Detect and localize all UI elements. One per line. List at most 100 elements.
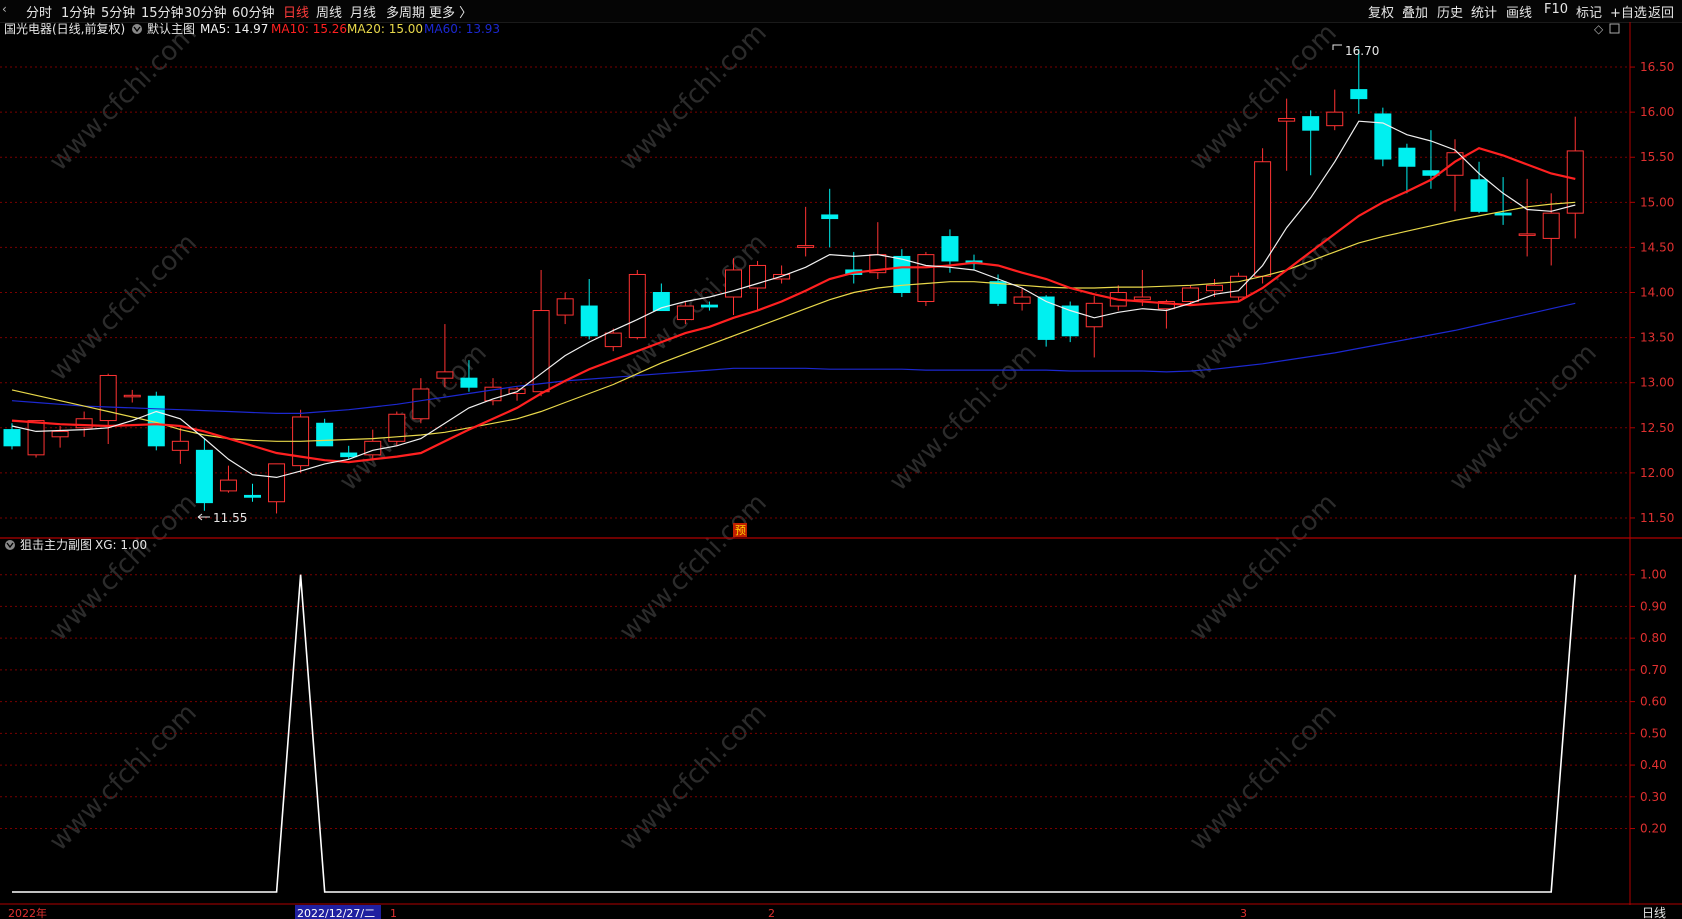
candle-up[interactable]	[27, 420, 45, 456]
tab-1[interactable]: 分时	[26, 2, 52, 21]
tab-3[interactable]: 5分钟	[101, 2, 135, 21]
watermark-text: www.cfchi.com	[1184, 488, 1343, 647]
toolbar-button-3[interactable]: 历史	[1437, 2, 1463, 21]
price-tick-label: 16.00	[1640, 105, 1674, 119]
toolbar-button-7[interactable]: 标记	[1576, 2, 1602, 21]
candle-down[interactable]	[316, 422, 334, 447]
candle-up[interactable]	[1542, 212, 1560, 239]
candle-down[interactable]	[1374, 113, 1392, 160]
candle-up[interactable]	[628, 273, 646, 339]
sub-collapse-icon[interactable]	[5, 540, 15, 550]
candle-up[interactable]	[268, 463, 286, 503]
tab-6[interactable]: 60分钟	[232, 2, 275, 21]
price-tick-label: 12.50	[1640, 421, 1674, 435]
candle-up[interactable]	[123, 394, 141, 398]
candle-up[interactable]	[725, 269, 742, 298]
ma60-label: MA60: 13.93	[424, 22, 500, 36]
toolbar-button-6[interactable]: F10	[1544, 2, 1568, 17]
toolbar-button-4[interactable]: 统计	[1471, 2, 1497, 21]
candle-down[interactable]	[941, 236, 959, 262]
candle-up[interactable]	[171, 440, 189, 451]
tab-4[interactable]: 15分钟	[141, 2, 184, 21]
candle-up[interactable]	[1133, 296, 1151, 301]
collapse-icon[interactable]	[132, 24, 142, 34]
candle-down[interactable]	[893, 255, 911, 294]
toolbar-button-5[interactable]: 画线	[1506, 2, 1532, 21]
candle-up[interactable]	[556, 298, 574, 316]
watermark-text: www.cfchi.com	[1184, 698, 1343, 857]
high-price-label: 16.70	[1345, 44, 1379, 58]
period-label[interactable]: 日线	[1642, 906, 1666, 919]
toolbar-button-2[interactable]: 叠加	[1402, 2, 1428, 21]
candle-down[interactable]	[580, 305, 598, 337]
candle-up[interactable]	[1230, 275, 1248, 298]
tab-9[interactable]: 月线	[350, 2, 376, 21]
low-price-label: 11.55	[213, 511, 247, 525]
ma60-line	[11, 302, 1576, 414]
candle-up[interactable]	[219, 479, 237, 492]
toolbar-button-8[interactable]: +自选	[1610, 2, 1647, 21]
tab-2[interactable]: 1分钟	[61, 2, 95, 21]
diamond-icon[interactable]: ◇	[1594, 22, 1604, 36]
price-tick-label: 13.50	[1640, 331, 1674, 345]
value-tick-label: 0.80	[1640, 631, 1667, 645]
candle-up[interactable]	[412, 388, 430, 420]
candle-down[interactable]	[1350, 89, 1368, 100]
window-icon[interactable]	[1609, 23, 1620, 34]
candle-up[interactable]	[436, 371, 454, 379]
candle-up[interactable]	[797, 245, 815, 248]
toolbar-button-9[interactable]: 返回	[1648, 2, 1674, 21]
candle-down[interactable]	[1494, 212, 1512, 216]
tab-5[interactable]: 30分钟	[184, 2, 227, 21]
candle-up[interactable]	[1206, 284, 1223, 292]
candle-down[interactable]	[989, 281, 1007, 304]
ma20-line	[11, 201, 1576, 442]
candle-up[interactable]	[1085, 302, 1103, 328]
candle-up[interactable]	[1013, 296, 1031, 304]
candle-up[interactable]	[99, 374, 117, 422]
sub-indicator-title: 狙击主力副图	[20, 538, 92, 552]
watermark-layer: www.cfchi.com www.cfchi.com www.cfchi.com w…	[44, 22, 1603, 857]
candle-up[interactable]	[1566, 150, 1584, 214]
candle-down[interactable]	[460, 377, 478, 388]
toolbar-button-1[interactable]: 复权	[1368, 2, 1394, 21]
main-grid	[0, 22, 1682, 919]
candle-up[interactable]	[917, 254, 935, 303]
price-tick-label: 13.00	[1640, 376, 1674, 390]
forecast-text: 预	[735, 524, 746, 537]
candle-down[interactable]	[3, 429, 21, 447]
menu-icon[interactable]: ‹	[2, 2, 7, 16]
price-tick-label: 14.50	[1640, 240, 1674, 254]
candle-up[interactable]	[1326, 111, 1344, 127]
tab-10[interactable]: 多周期	[386, 2, 425, 21]
candle-up[interactable]	[1181, 287, 1199, 303]
value-tick-label: 0.90	[1640, 599, 1667, 613]
candle-down[interactable]	[1470, 179, 1488, 212]
candle-down[interactable]	[195, 449, 213, 504]
candle-up[interactable]	[1254, 161, 1272, 277]
candle-up[interactable]	[51, 430, 69, 438]
candle-down[interactable]	[340, 452, 358, 458]
tab-11[interactable]: 更多 〉	[429, 2, 472, 21]
kline-chart[interactable]: www.cfchi.com www.cfchi.com www.cfchi.com w…	[0, 22, 1682, 919]
candle-up[interactable]	[676, 305, 694, 321]
candle-down[interactable]	[244, 494, 261, 498]
candle-down[interactable]	[1302, 116, 1320, 131]
tab-7[interactable]: 日线	[283, 2, 309, 21]
candle-down[interactable]	[1398, 147, 1416, 167]
candle-up[interactable]	[1518, 233, 1536, 236]
candle-up[interactable]	[75, 418, 93, 429]
price-tick-label: 16.50	[1640, 60, 1674, 74]
tab-8[interactable]: 周线	[316, 2, 342, 21]
indicator-name[interactable]: 默认主图	[147, 22, 195, 36]
price-tick-label: 15.00	[1640, 195, 1674, 209]
candle-up[interactable]	[532, 310, 550, 393]
price-tick-label: 14.00	[1640, 286, 1674, 300]
candle-down[interactable]	[700, 304, 718, 308]
candle-up[interactable]	[604, 332, 622, 348]
ma5-line	[11, 120, 1576, 479]
value-tick-label: 1.00	[1640, 568, 1667, 582]
candle-up[interactable]	[1278, 117, 1296, 122]
value-tick-label: 0.60	[1640, 695, 1667, 709]
candle-down[interactable]	[821, 214, 839, 220]
